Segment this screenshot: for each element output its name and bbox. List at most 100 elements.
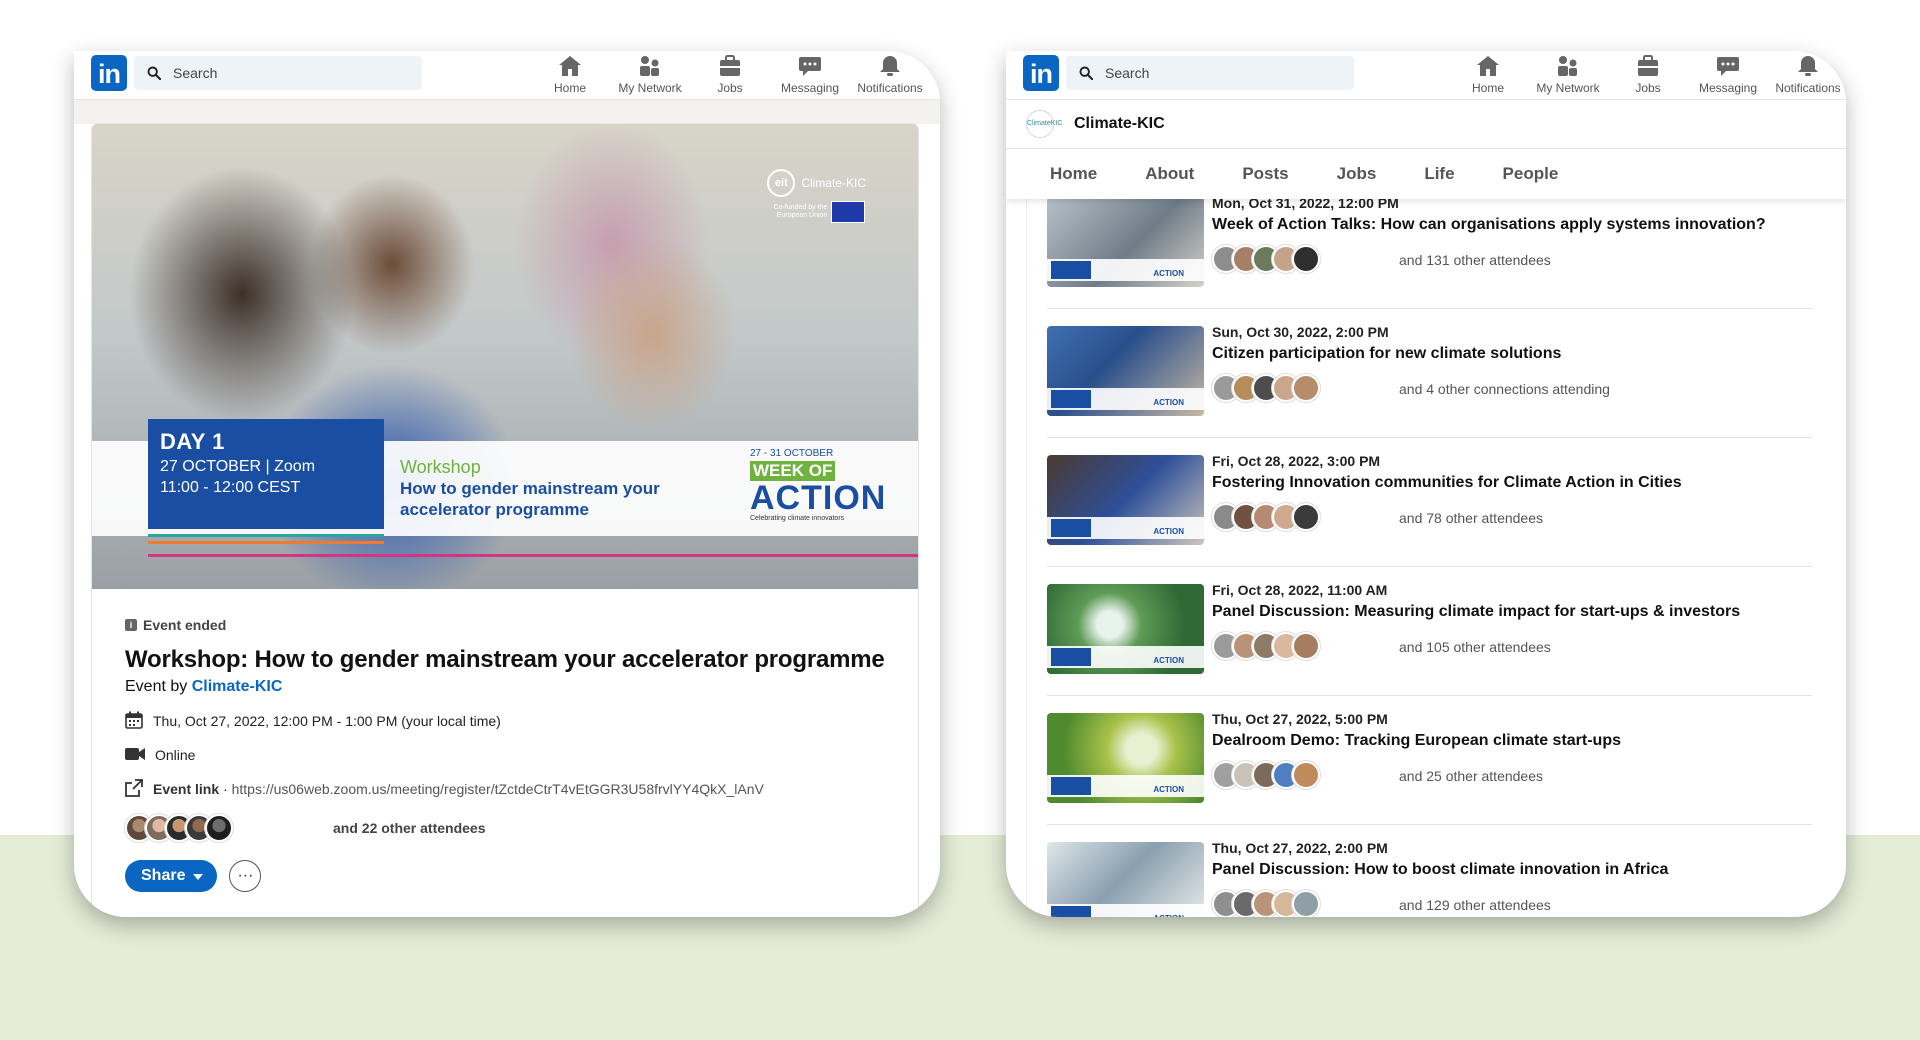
week-of-action-logo: 27 - 31 OCTOBER WEEK OF ACTION Celebrati… [750, 448, 885, 522]
company-name[interactable]: Climate-KIC [1074, 115, 1165, 133]
event-page-screenshot: in Home My Network Jobs Messaging [74, 51, 940, 917]
cofunded-text: Co-funded by the European Union [773, 204, 828, 219]
list-item[interactable]: ACTION Thu, Oct 27, 2022, 2:00 PM Panel … [1047, 824, 1812, 917]
event-attendees: and 4 other connections attending [1399, 381, 1610, 397]
home-icon [558, 55, 582, 77]
more-options-button[interactable]: ··· [229, 860, 262, 892]
nav-messaging-label: Messaging [780, 81, 840, 95]
tab-posts[interactable]: Posts [1242, 164, 1288, 184]
list-item[interactable]: ACTION Mon, Oct 31, 2022, 12:00 PM Week … [1047, 199, 1812, 309]
calendar-icon [125, 711, 143, 732]
nav-messaging[interactable]: Messaging [1688, 54, 1768, 98]
attendee-avatars [1212, 761, 1320, 789]
day-date: 27 OCTOBER | Zoom [160, 458, 316, 475]
workshop-title-block: Workshop How to gender mainstream your a… [400, 457, 680, 520]
search-box[interactable] [134, 56, 422, 90]
avatar [1292, 374, 1320, 402]
nav-jobs-label: Jobs [1635, 81, 1661, 95]
event-thumbnail: ACTION [1047, 326, 1204, 416]
company-tabs: Home About Posts Jobs Life People [1006, 149, 1846, 199]
tab-life[interactable]: Life [1424, 164, 1454, 184]
event-name: Dealroom Demo: Tracking European climate… [1212, 732, 1621, 749]
attendee-avatars [125, 814, 233, 842]
nav-notifications[interactable]: Notifications [850, 54, 930, 98]
tab-about[interactable]: About [1145, 164, 1194, 184]
caret-down-icon [193, 867, 204, 885]
nav-my-network-label: My Network [1536, 81, 1600, 95]
list-item[interactable]: ACTION Fri, Oct 28, 2022, 11:00 AM Panel… [1047, 566, 1812, 696]
event-attendees: and 22 other attendees [125, 814, 905, 842]
event-date: Thu, Oct 27, 2022, 5:00 PM [1212, 711, 1388, 727]
stripe-orange [148, 541, 384, 544]
event-panel: eit Climate-KIC Co-funded by the Europea… [92, 124, 918, 917]
nav-messaging[interactable]: Messaging [770, 54, 850, 98]
eu-flag-icon [831, 201, 866, 223]
event-location-row: Online [125, 746, 905, 764]
tab-jobs[interactable]: Jobs [1337, 164, 1377, 184]
event-name: Fostering Innovation communities for Cli… [1212, 474, 1682, 491]
stripe-magenta [148, 554, 918, 557]
event-link-separator: · [219, 781, 232, 797]
event-link-label: Event link [153, 781, 220, 797]
nav-notifications-label: Notifications [857, 81, 923, 95]
top-nav: in Home My Network Jobs Messaging [74, 51, 940, 100]
nav-home-label: Home [1471, 81, 1504, 95]
event-location: Online [155, 747, 196, 763]
attendee-avatars [1212, 503, 1320, 531]
list-item[interactable]: ACTION Sun, Oct 30, 2022, 2:00 PM Citize… [1047, 308, 1812, 438]
event-date: Mon, Oct 31, 2022, 12:00 PM [1212, 199, 1399, 211]
search-input[interactable] [1105, 65, 1335, 81]
company-logo[interactable]: ClimateKIC [1026, 110, 1062, 138]
search-icon [147, 66, 161, 80]
attendees-text: and 22 other attendees [333, 820, 486, 836]
event-link-row: Event link · https://us06web.zoom.us/mee… [125, 778, 905, 798]
nav-my-network[interactable]: My Network [610, 54, 690, 98]
avatar [1292, 245, 1320, 273]
tab-people[interactable]: People [1503, 164, 1559, 184]
event-link-url[interactable]: https://us06web.zoom.us/meeting/register… [232, 781, 764, 797]
bell-icon [1796, 55, 1820, 77]
event-attendees: and 105 other attendees [1399, 639, 1551, 655]
top-nav: in Home My Network Jobs Messaging [1006, 51, 1846, 100]
messaging-icon [1716, 55, 1740, 77]
nav-my-network[interactable]: My Network [1528, 54, 1608, 98]
nav-jobs[interactable]: Jobs [1608, 54, 1688, 98]
share-label: Share [141, 867, 186, 884]
eit-climate-kic-logo: eit Climate-KIC Co-funded by the Europea… [767, 169, 866, 223]
nav-items: Home My Network Jobs Messaging Notificat… [530, 54, 930, 98]
event-date: Fri, Oct 28, 2022, 3:00 PM [1212, 453, 1381, 469]
nav-home[interactable]: Home [1448, 54, 1528, 98]
event-thumbnail: ACTION [1047, 842, 1204, 917]
event-datetime-row: Thu, Oct 27, 2022, 12:00 PM - 1:00 PM (y… [125, 711, 905, 732]
avatar[interactable] [205, 814, 233, 842]
nav-notifications[interactable]: Notifications [1768, 54, 1846, 98]
list-item[interactable]: ACTION Thu, Oct 27, 2022, 5:00 PM Dealro… [1047, 695, 1812, 825]
day-badge: DAY 1 27 OCTOBER | Zoom 11:00 - 12:00 CE… [148, 419, 384, 529]
organizer-link[interactable]: Climate-KIC [192, 678, 283, 695]
search-icon [1079, 66, 1093, 80]
logo-text: Climate-KIC [801, 176, 866, 190]
jobs-icon [1636, 55, 1660, 77]
share-button[interactable]: Share [125, 860, 218, 892]
event-attendees: and 131 other attendees [1399, 252, 1551, 268]
list-item[interactable]: ACTION Fri, Oct 28, 2022, 3:00 PM Foster… [1047, 437, 1812, 567]
day-time: 11:00 - 12:00 CEST [160, 479, 301, 496]
tab-home[interactable]: Home [1050, 164, 1097, 184]
event-name: Week of Action Talks: How can organisati… [1212, 216, 1766, 233]
event-date: Fri, Oct 28, 2022, 11:00 AM [1212, 582, 1388, 598]
linkedin-logo[interactable]: in [91, 55, 127, 91]
company-header: ClimateKIC Climate-KIC [1006, 100, 1846, 149]
status-icon: i [125, 619, 137, 631]
avatar [1292, 632, 1320, 660]
search-box[interactable] [1066, 56, 1354, 90]
nav-jobs[interactable]: Jobs [690, 54, 770, 98]
woa-dates: 27 - 31 OCTOBER [750, 448, 834, 459]
nav-notifications-label: Notifications [1775, 81, 1841, 95]
nav-home[interactable]: Home [530, 54, 610, 98]
event-date: Thu, Oct 27, 2022, 2:00 PM [1212, 840, 1388, 856]
search-input[interactable] [173, 65, 403, 81]
attendee-avatars [1212, 374, 1320, 402]
avatar [1292, 761, 1320, 789]
linkedin-logo[interactable]: in [1023, 55, 1059, 91]
attendee-avatars [1212, 245, 1320, 273]
